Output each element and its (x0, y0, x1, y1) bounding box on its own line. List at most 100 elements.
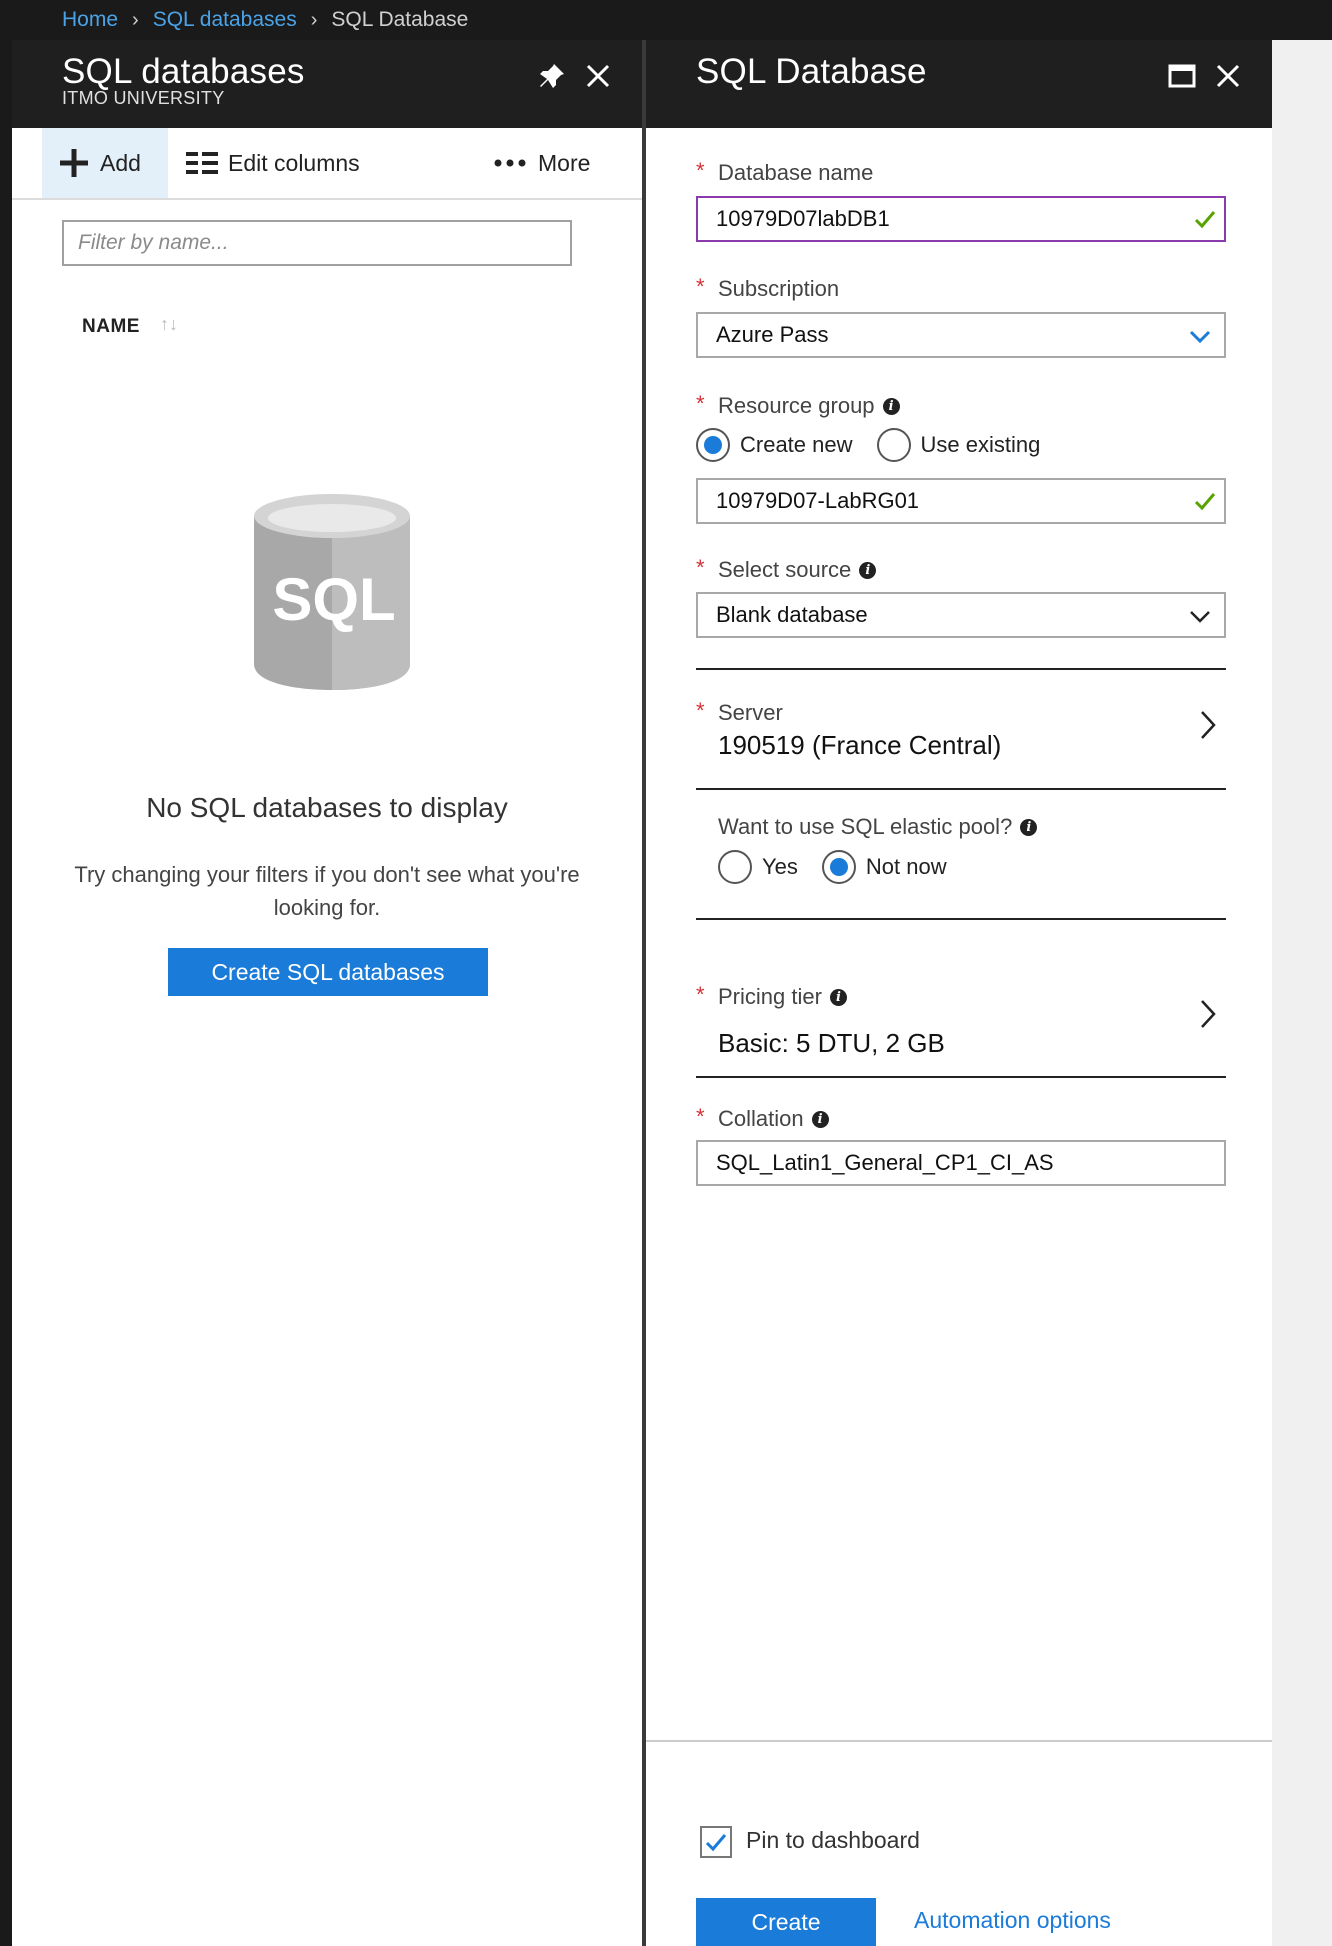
radio-yes[interactable]: Yes (718, 850, 798, 884)
plus-icon (60, 149, 88, 177)
valid-check-icon (1194, 493, 1216, 511)
column-header-name[interactable]: NAME (82, 316, 140, 338)
portal-root: Home › SQL databases › SQL Database SQL … (0, 0, 1332, 1946)
sql-database-blade: SQL Database * Database name 10979D07lab… (646, 40, 1272, 1946)
chevron-down-icon (1190, 611, 1210, 623)
columns-icon (186, 152, 218, 174)
required-marker: * (696, 274, 705, 299)
subscription-label: Subscription (718, 276, 839, 302)
pin-to-dashboard-checkbox[interactable] (700, 1826, 732, 1858)
collation-label-text: Collation (718, 1106, 804, 1131)
radio-use-existing-label: Use existing (920, 432, 1041, 457)
toolbar: Add Edit columns More (12, 128, 642, 200)
blade-title: SQL Database (696, 52, 927, 91)
resource-group-radio-group: Create new Use existing (696, 428, 1064, 462)
breadcrumb-home[interactable]: Home (62, 8, 118, 32)
select-source-label-text: Select source (718, 557, 852, 582)
divider (696, 788, 1226, 790)
required-marker: * (696, 391, 705, 416)
blade-title: SQL databases (62, 52, 305, 91)
required-marker: * (696, 698, 705, 723)
sort-icon[interactable]: ↑↓ (160, 314, 178, 335)
breadcrumb-sql-databases[interactable]: SQL databases (153, 8, 297, 32)
radio-create-new[interactable]: Create new (696, 428, 853, 462)
sql-icon-text: SQL (272, 566, 395, 633)
more-button[interactable]: More (494, 128, 590, 198)
automation-options-link[interactable]: Automation options (914, 1907, 1111, 1934)
filter-input[interactable] (62, 220, 572, 266)
radio-yes-label: Yes (762, 854, 798, 879)
resource-group-label: Resource group i (718, 393, 900, 419)
create-button[interactable]: Create (696, 1898, 876, 1946)
info-icon[interactable]: i (811, 1110, 829, 1128)
footer-divider (646, 1740, 1272, 1742)
elastic-pool-label: Want to use SQL elastic pool? i (718, 814, 1038, 840)
subscription-label-text: Subscription (718, 276, 840, 301)
blade-subtitle: ITMO UNIVERSITY (62, 88, 225, 108)
sql-databases-blade: SQL databases ITMO UNIVERSITY Add Edit c (12, 40, 642, 1946)
info-icon[interactable]: i (829, 988, 847, 1006)
select-source-value: Blank database (716, 602, 868, 627)
resource-group-input[interactable]: 10979D07-LabRG01 (696, 478, 1226, 524)
divider (696, 1076, 1226, 1078)
required-marker: * (696, 982, 705, 1007)
more-label: More (538, 149, 591, 176)
chevron-right-icon[interactable] (1198, 997, 1218, 1031)
subscription-value: Azure Pass (716, 322, 829, 347)
database-name-label-text: Database name (718, 160, 874, 185)
empty-state-description: Try changing your filters if you don't s… (74, 862, 580, 920)
pricing-tier-label: Pricing tier i (718, 984, 847, 1010)
pricing-tier-label-text: Pricing tier (718, 984, 822, 1009)
server-value[interactable]: 190519 (France Central) (718, 730, 1001, 761)
required-marker: * (696, 158, 705, 183)
collation-input[interactable]: SQL_Latin1_General_CP1_CI_AS (696, 1140, 1226, 1186)
empty-state-title: No SQL databases to display (146, 792, 508, 823)
radio-create-new-label: Create new (740, 432, 853, 457)
blade-header: SQL Database (646, 40, 1272, 128)
breadcrumb-separator: › (310, 8, 318, 31)
resource-group-value: 10979D07-LabRG01 (716, 488, 920, 513)
edit-columns-button[interactable]: Edit columns (186, 128, 360, 198)
radio-button[interactable] (718, 850, 752, 884)
chevron-right-icon[interactable] (1198, 708, 1218, 742)
select-source-dropdown[interactable]: Blank database (696, 592, 1226, 638)
pin-icon[interactable] (534, 58, 570, 94)
server-label-text: Server (718, 700, 783, 725)
pin-to-dashboard-label[interactable]: Pin to dashboard (746, 1827, 920, 1854)
breadcrumb-current: SQL Database (331, 8, 469, 31)
radio-not-now-label: Not now (865, 854, 947, 879)
required-marker: * (696, 1104, 705, 1129)
checkmark-icon (705, 1834, 727, 1852)
ellipsis-icon (494, 159, 526, 167)
blade-header: SQL databases ITMO UNIVERSITY (12, 40, 642, 128)
elastic-pool-radio-group: Yes Not now (718, 850, 971, 884)
add-button[interactable]: Add (42, 128, 168, 198)
collation-label: Collation i (718, 1106, 829, 1132)
right-gutter (1272, 40, 1332, 1946)
valid-check-icon (1194, 211, 1216, 229)
pricing-tier-value[interactable]: Basic: 5 DTU, 2 GB (718, 1028, 945, 1059)
close-icon[interactable] (1210, 58, 1246, 94)
radio-not-now[interactable]: Not now (821, 850, 947, 884)
database-name-label: Database name (718, 160, 873, 186)
breadcrumb-separator: › (132, 8, 139, 31)
close-icon[interactable] (580, 58, 616, 94)
info-icon[interactable]: i (882, 397, 900, 415)
required-marker: * (696, 555, 705, 580)
sql-database-icon: SQL (254, 494, 410, 690)
radio-button[interactable] (696, 428, 730, 462)
radio-use-existing[interactable]: Use existing (876, 428, 1041, 462)
radio-button[interactable] (821, 850, 856, 884)
database-name-value: 10979D07labDB1 (716, 206, 890, 231)
radio-button[interactable] (876, 428, 911, 462)
maximize-icon[interactable] (1164, 58, 1200, 94)
database-name-input[interactable]: 10979D07labDB1 (696, 196, 1226, 242)
collation-value: SQL_Latin1_General_CP1_CI_AS (716, 1150, 1054, 1175)
divider (696, 668, 1226, 670)
subscription-dropdown[interactable]: Azure Pass (696, 312, 1226, 358)
divider (696, 918, 1226, 920)
create-sql-databases-button[interactable]: Create SQL databases (168, 948, 488, 996)
info-icon[interactable]: i (1020, 818, 1038, 836)
edit-columns-label: Edit columns (228, 149, 360, 176)
info-icon[interactable]: i (859, 561, 877, 579)
